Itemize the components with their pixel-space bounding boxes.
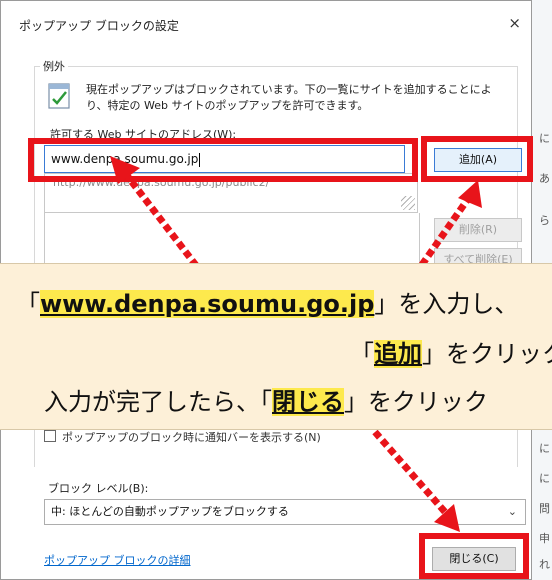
instruction-line-1: 「www.denpa.soumu.go.jp」を入力し、: [16, 284, 518, 319]
arrow-head-icon: [434, 504, 460, 532]
instruction-text: 「: [350, 340, 374, 368]
instruction-text: 」をクリック: [422, 340, 552, 368]
instruction-text: 」をクリック: [344, 388, 488, 416]
dotted-arrow-input: [122, 170, 201, 271]
instruction-highlight: 追加: [374, 340, 422, 368]
instruction-text: 「: [16, 290, 40, 318]
instruction-highlight: www.denpa.soumu.go.jp: [40, 290, 375, 318]
dotted-arrow-close: [372, 429, 455, 523]
instruction-line-3: 入力が完了したら、「閉じる」をクリック: [44, 382, 488, 417]
instruction-line-2: 「追加」をクリック: [350, 334, 552, 369]
instruction-highlight: 閉じる: [272, 388, 344, 416]
instruction-text: 」を入力し、: [374, 290, 519, 318]
instruction-text: 入力が完了したら、「: [44, 388, 272, 416]
arrow-head-icon: [110, 156, 140, 184]
instruction-overlay: 「www.denpa.soumu.go.jp」を入力し、 「追加」をクリック 入…: [0, 263, 552, 430]
